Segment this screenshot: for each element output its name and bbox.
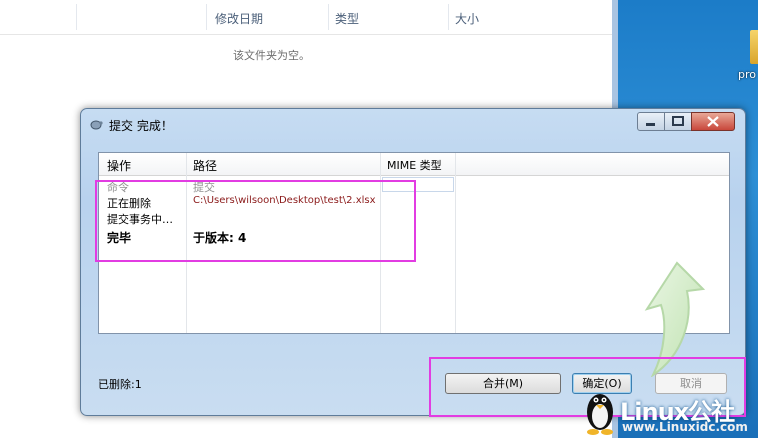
close-icon	[707, 116, 719, 127]
dialog-titlebar[interactable]: 提交 完成！	[81, 109, 745, 139]
explorer-column-header: 修改日期 类型 大小	[0, 0, 612, 35]
column-type[interactable]: 类型	[335, 10, 359, 27]
list-header: 操作 路径 MIME 类型	[99, 153, 729, 176]
dialog-title: 提交 完成！	[109, 119, 173, 133]
maximize-button[interactable]	[664, 112, 692, 131]
minimize-icon	[646, 123, 655, 126]
minimize-button[interactable]	[637, 112, 665, 131]
column-separator	[448, 4, 449, 30]
column-modified-date[interactable]: 修改日期	[215, 10, 263, 27]
column-separator	[206, 4, 207, 30]
column-separator	[328, 4, 329, 30]
highlight-box-log	[95, 180, 416, 262]
desktop-icon-label[interactable]: pro	[738, 68, 756, 81]
folder-icon[interactable]	[750, 30, 758, 64]
column-header-mime[interactable]: MIME 类型	[387, 157, 442, 173]
empty-folder-message: 该文件夹为空。	[233, 49, 310, 62]
status-text: 已删除:1	[98, 378, 142, 391]
close-button[interactable]	[691, 112, 735, 131]
tortoise-icon	[90, 120, 103, 130]
maximize-icon	[672, 116, 684, 126]
column-header-path[interactable]: 路径	[193, 157, 217, 174]
column-header-action[interactable]: 操作	[107, 157, 131, 174]
column-divider	[455, 153, 456, 333]
column-size[interactable]: 大小	[455, 10, 479, 27]
watermark-url: www.Linuxidc.com	[622, 420, 748, 434]
penguin-logo-icon	[587, 394, 613, 435]
column-separator	[76, 4, 77, 30]
